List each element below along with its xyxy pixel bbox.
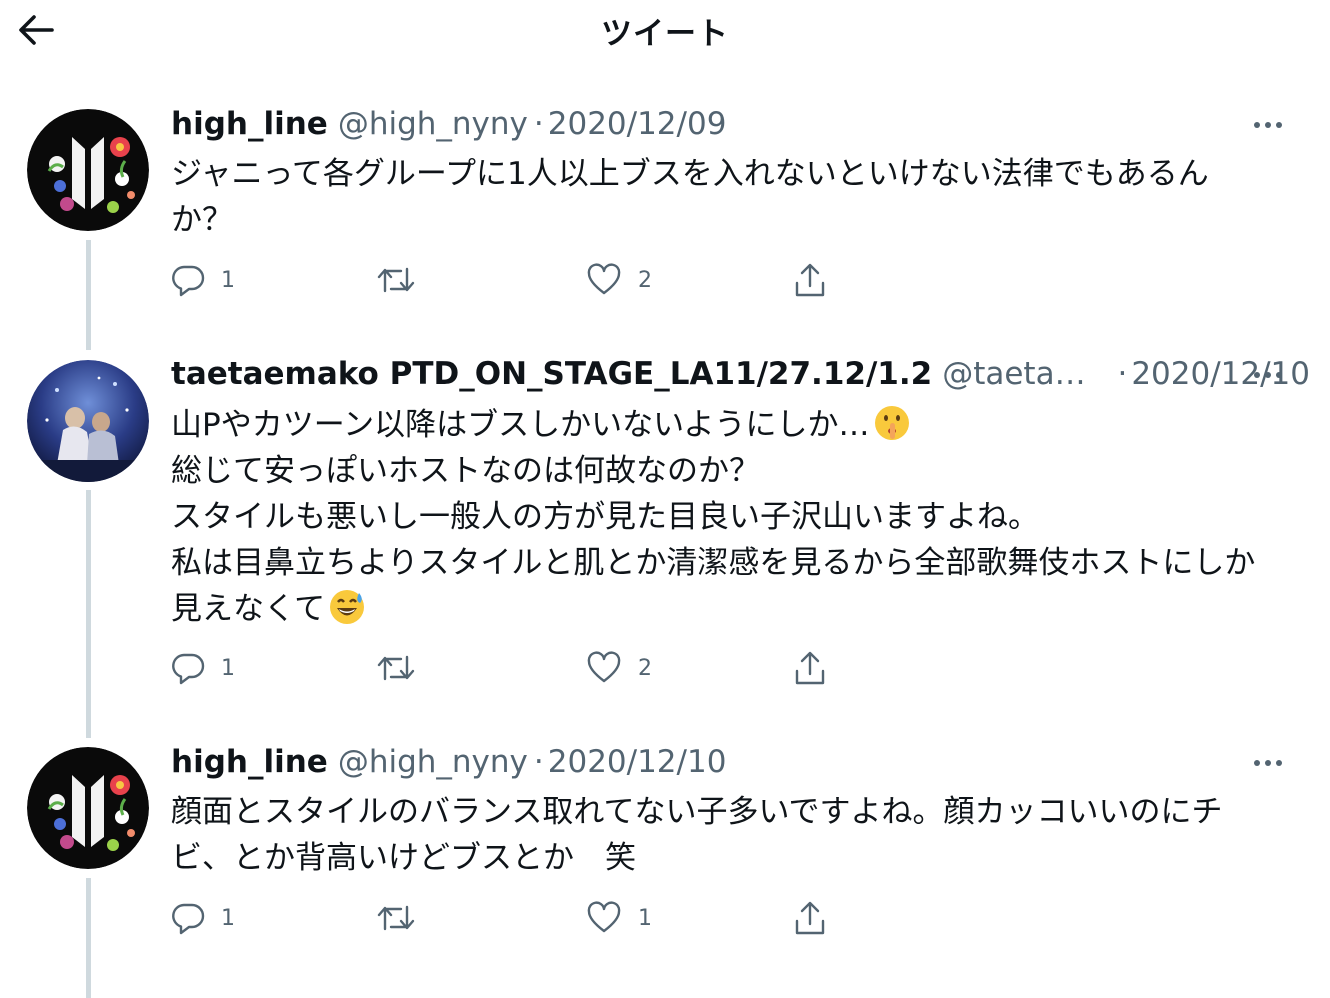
reply-count: 1 xyxy=(221,905,235,931)
tweet-text: 顔面とスタイルのバランス取れてない子多いですよね。顔カッコいいのにチ ビ、とか背… xyxy=(171,789,1301,881)
like-count: 1 xyxy=(638,905,652,931)
more-icon xyxy=(1254,760,1282,766)
tweet[interactable]: high_line @high_nyny · 2020/12/10 顔面とスタイ… xyxy=(0,0,1330,998)
like-button[interactable]: 1 xyxy=(586,898,652,938)
tweet-actions: 1 1 xyxy=(171,898,851,938)
handle[interactable]: @high_nyny xyxy=(338,744,528,780)
more-button[interactable] xyxy=(1248,751,1288,775)
separator-dot: · xyxy=(533,744,544,780)
tweet-header: high_line @high_nyny · 2020/12/10 xyxy=(171,742,1310,782)
display-name[interactable]: high_line xyxy=(171,744,328,780)
tweet-date[interactable]: 2020/12/10 xyxy=(548,744,727,780)
share-button[interactable] xyxy=(792,898,828,938)
reply-icon xyxy=(172,903,205,935)
retweet-icon xyxy=(377,905,415,931)
tweet-text-line: ビ、とか背高いけどブスとか 笑 xyxy=(171,840,636,876)
heart-icon xyxy=(587,901,621,933)
tweet-text-line: 顔面とスタイルのバランス取れてない子多いですよね。顔カッコいいのにチ xyxy=(171,794,1223,830)
avatar[interactable] xyxy=(27,747,149,869)
reply-button[interactable]: 1 xyxy=(171,898,235,938)
share-icon xyxy=(795,901,825,935)
retweet-button[interactable] xyxy=(376,898,432,938)
